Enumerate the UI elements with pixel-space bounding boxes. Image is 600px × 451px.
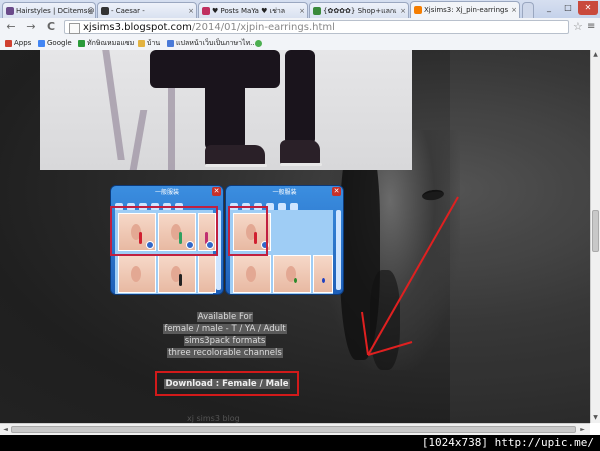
bookmarks-bar: Apps Google ทักษิณหมอแซม บ้าน แปลหน้าเว็… — [0, 37, 600, 51]
page-icon — [69, 23, 80, 34]
vertical-scrollbar[interactable]: ▲ ▼ — [590, 50, 600, 423]
cat-icon — [6, 7, 14, 15]
swirl-icon — [101, 7, 109, 15]
bookmark-label: บ้าน — [147, 39, 161, 47]
bookmark-star-icon[interactable]: ☆ — [573, 20, 583, 33]
annotation-arrow — [361, 196, 459, 356]
bookmark-label: Apps — [14, 39, 32, 47]
url-host: xjsims3.blogspot.com — [83, 22, 192, 33]
reload-button[interactable]: C — [44, 20, 58, 34]
bookmark-leaf[interactable] — [255, 37, 264, 50]
translate-icon — [167, 39, 174, 47]
tab-label: Xjsims3: Xj_pin-earrings — [424, 6, 509, 14]
forward-button[interactable]: → — [24, 20, 38, 34]
image-host-footer: [1024x738] http://upic.me/ — [0, 435, 600, 451]
url-path: /2014/01/xjpin-earrings.html — [191, 22, 335, 33]
scroll-thumb[interactable] — [11, 426, 576, 433]
close-window-button[interactable]: ✕ — [578, 1, 598, 15]
toolbar: ← → C xjsims3.blogspot.com/2014/01/xjpin… — [0, 18, 600, 37]
close-tab-icon[interactable]: × — [87, 3, 93, 18]
apps-grid-icon — [5, 39, 12, 47]
bookmark-translate[interactable]: แปลหน้าเว็บเป็นภาษาไท... — [167, 37, 257, 50]
bookmark-label: Google — [47, 39, 72, 47]
menu-icon[interactable]: ≡ — [587, 21, 595, 32]
folder-icon — [138, 39, 145, 47]
tab-label: ♥ Posts MaYa ♥ เช่าล — [212, 7, 286, 15]
scroll-thumb[interactable] — [592, 210, 599, 252]
tab-strip: Hairstyles | DCitems@ナ × - Caesar - × ♥ … — [0, 0, 600, 19]
tab-xjsims3[interactable]: Xjsims3: Xj_pin-earrings × — [410, 1, 520, 18]
maximize-button[interactable]: □ — [559, 1, 577, 15]
blogger-icon — [414, 6, 422, 14]
tab-label: {✿✿✿✿} Shop+แลกเ — [323, 7, 397, 15]
minimize-button[interactable]: _ — [540, 1, 558, 15]
bookmark-apps[interactable]: Apps — [5, 37, 31, 50]
browser-window: Hairstyles | DCitems@ナ × - Caesar - × ♥ … — [0, 0, 600, 435]
tab-shop[interactable]: {✿✿✿✿} Shop+แลกเ × — [309, 2, 409, 18]
tab-hairstyles[interactable]: Hairstyles | DCitems@ナ × — [2, 2, 96, 18]
close-tab-icon[interactable]: × — [400, 3, 406, 18]
scroll-left-icon[interactable]: ◄ — [1, 425, 10, 434]
tab-caesar[interactable]: - Caesar - × — [97, 2, 197, 18]
close-tab-icon[interactable]: × — [511, 2, 517, 18]
address-bar[interactable]: xjsims3.blogspot.com/2014/01/xjpin-earri… — [64, 20, 569, 34]
tab-label: - Caesar - — [111, 7, 145, 15]
new-tab-button[interactable] — [522, 2, 534, 18]
bookmark-label: แปลหน้าเว็บเป็นภาษาไท... — [176, 39, 257, 47]
footer-caption: [1024x738] http://upic.me/ — [421, 436, 594, 449]
tab-posts-maya[interactable]: ♥ Posts MaYa ♥ เช่าล × — [198, 2, 308, 18]
scroll-up-icon[interactable]: ▲ — [592, 51, 599, 59]
page-content: 一般服装 ✕ 一般服装 ✕ Available For female / mal… — [0, 50, 590, 423]
back-button[interactable]: ← — [4, 20, 18, 34]
scroll-right-icon[interactable]: ► — [578, 425, 587, 434]
bookmark-thai-1[interactable]: ทักษิณหมอแซม — [78, 37, 134, 50]
scroll-down-icon[interactable]: ▼ — [592, 414, 599, 422]
close-tab-icon[interactable]: × — [188, 3, 194, 18]
bookmark-google[interactable]: Google — [38, 37, 72, 50]
google-icon — [38, 39, 45, 47]
flower-icon — [313, 7, 321, 15]
leaf-icon — [255, 39, 262, 47]
close-tab-icon[interactable]: × — [299, 3, 305, 18]
heart-icon — [202, 7, 210, 15]
bookmark-home[interactable]: บ้าน — [138, 37, 160, 50]
tab-label: Hairstyles | DCitems@ナ — [16, 7, 96, 15]
bookmark-label: ทักษิณหมอแซม — [87, 39, 135, 47]
horizontal-scrollbar[interactable]: ◄ ► — [0, 423, 590, 435]
play-icon — [78, 39, 85, 47]
